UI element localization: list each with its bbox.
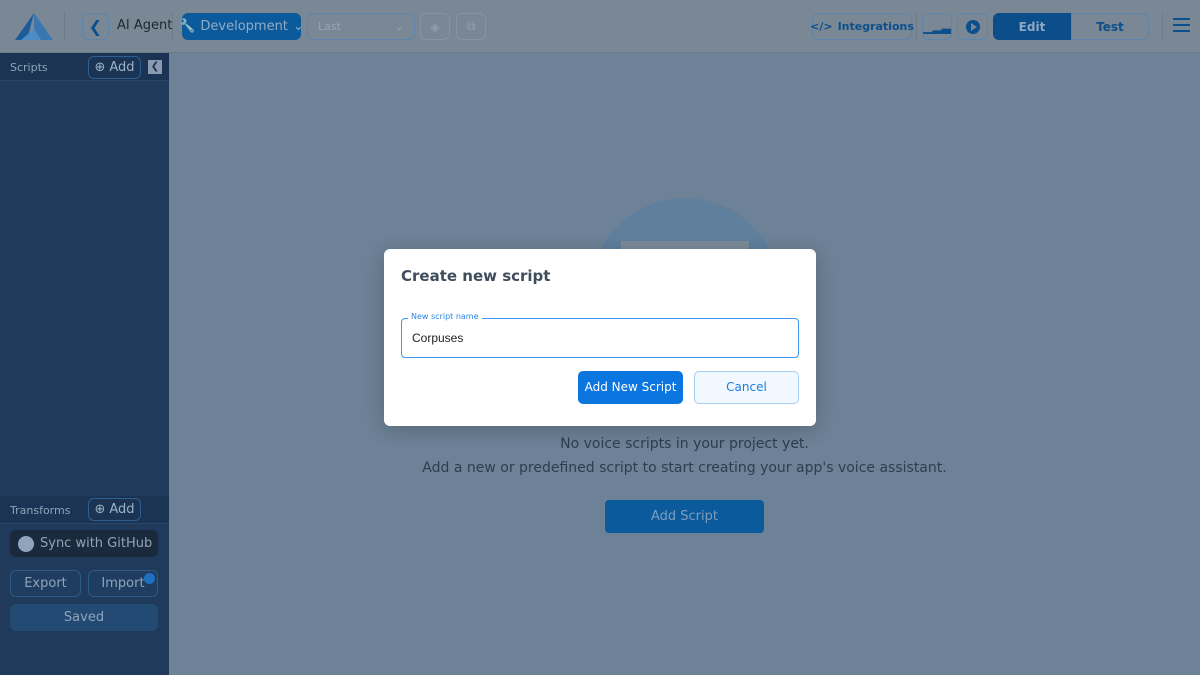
environment-dropdown[interactable]: 🔧 Development ⌄ — [179, 13, 304, 40]
divider — [64, 12, 65, 40]
plus-circle-icon: ⊕ — [94, 60, 106, 75]
chevron-down-icon: ⌄ — [394, 20, 404, 33]
add-tag-button[interactable]: ◈ — [420, 13, 450, 40]
wrench-icon: 🔧 — [179, 19, 196, 34]
play-button[interactable] — [957, 13, 988, 40]
plus-circle-icon: ⊕ — [94, 502, 106, 517]
transforms-header: Transforms ⊕ Add — [0, 496, 169, 524]
menu-icon[interactable] — [1173, 18, 1190, 32]
top-bar: ❮ AI Agent 🔧 Development ⌄ Last ⌄ ◈ ⧉ </> In… — [0, 0, 1200, 53]
back-button[interactable]: ❮ — [82, 13, 109, 40]
empty-subtitle: Add a new or predefined script to start … — [422, 460, 947, 476]
code-icon: </> — [810, 20, 833, 33]
logo-icon — [15, 13, 53, 40]
tag-icon: ◈ — [430, 19, 440, 34]
bar-chart-icon: ▁▂▃ — [923, 19, 951, 34]
dialog-title: Create new script — [401, 267, 551, 285]
create-script-dialog: Create new script New script name Corpus… — [384, 249, 816, 426]
sync-github-button[interactable]: Sync with GitHub — [10, 530, 158, 557]
play-icon — [965, 19, 980, 34]
version-select[interactable]: Last ⌄ — [307, 13, 415, 40]
help-icon[interactable] — [144, 573, 155, 584]
divider — [1162, 12, 1163, 40]
analytics-button[interactable]: ▁▂▃ — [922, 13, 952, 40]
chevron-left-icon: ❮ — [88, 17, 103, 36]
chevron-down-icon: ⌄ — [292, 19, 304, 34]
integrations-button[interactable]: </> Integrations — [810, 13, 914, 40]
add-script-main-button[interactable]: Add Script — [605, 500, 764, 533]
tab-test[interactable]: Test — [1071, 13, 1149, 40]
add-script-button[interactable]: ⊕ Add — [88, 56, 141, 79]
cancel-button[interactable]: Cancel — [694, 371, 799, 404]
script-name-field[interactable]: New script name Corpuses — [401, 312, 799, 358]
sidebar: Scripts ⊕ Add ❮ Transforms ⊕ Add Sync with… — [0, 53, 169, 675]
tab-edit[interactable]: Edit — [993, 13, 1071, 40]
add-transform-button[interactable]: ⊕ Add — [88, 498, 141, 521]
field-value: Corpuses — [412, 331, 464, 345]
github-icon — [18, 535, 34, 552]
export-button[interactable]: Export — [10, 570, 81, 597]
import-button[interactable]: Import — [88, 570, 158, 597]
app-title: AI Agent — [117, 18, 173, 33]
saved-status: Saved — [10, 604, 158, 631]
empty-title: No voice scripts in your project yet. — [560, 436, 809, 452]
scripts-header: Scripts ⊕ Add ❮ — [0, 53, 169, 81]
divider — [916, 12, 917, 40]
add-new-script-button[interactable]: Add New Script — [578, 371, 683, 404]
collapse-sidebar-button[interactable]: ❮ — [148, 60, 162, 74]
compare-button[interactable]: ⧉ — [456, 13, 486, 40]
compare-icon: ⧉ — [466, 19, 476, 33]
divider — [172, 12, 173, 40]
field-label: New script name — [408, 312, 482, 321]
